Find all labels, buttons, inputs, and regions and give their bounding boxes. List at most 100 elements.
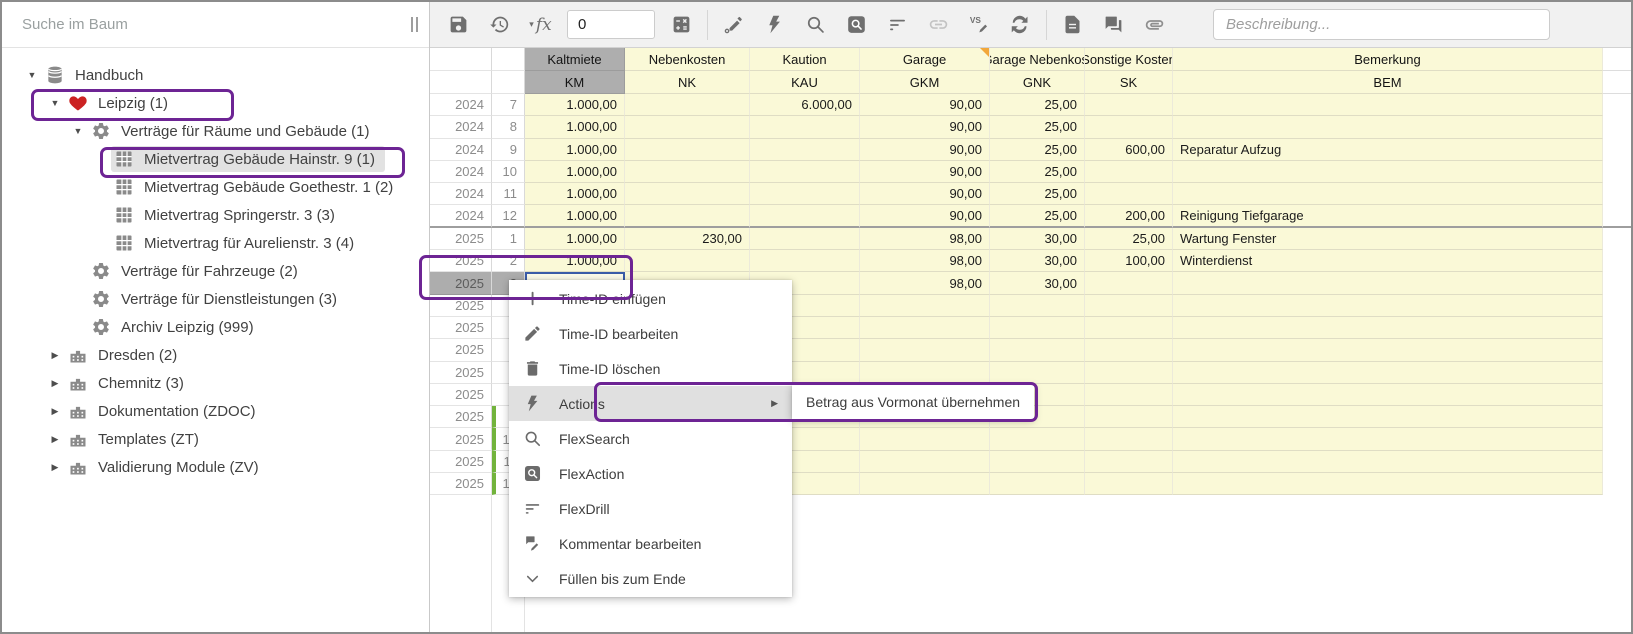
menu-item-time-id-einf-gen[interactable]: Time-ID einfügen: [509, 281, 792, 316]
cell-sk[interactable]: 25,00: [1085, 228, 1173, 250]
expander-closed-icon[interactable]: ▶: [45, 378, 65, 389]
refresh-button[interactable]: [1000, 5, 1041, 45]
cell-bem[interactable]: [1173, 362, 1603, 384]
cell-gnk[interactable]: 25,00: [990, 161, 1085, 183]
expander-closed-icon[interactable]: ▶: [45, 406, 65, 417]
cell-gnk[interactable]: [990, 317, 1085, 339]
cell-km[interactable]: 1.000,00: [525, 94, 625, 116]
cell-kau[interactable]: 6.000,00: [750, 94, 860, 116]
tree-item-vertr-ge-f-r-fahrzeuge-2[interactable]: Verträge für Fahrzeuge (2): [2, 257, 429, 285]
column-header-bem[interactable]: Bemerkung: [1173, 48, 1603, 71]
cell-gkm[interactable]: 90,00: [860, 183, 990, 205]
cell-gnk[interactable]: [990, 339, 1085, 361]
cell-bem[interactable]: [1173, 451, 1603, 473]
column-header-kau[interactable]: KAU: [750, 71, 860, 94]
cell-bem[interactable]: [1173, 272, 1603, 294]
cell-gkm[interactable]: [860, 362, 990, 384]
row-header-month[interactable]: 1: [492, 228, 525, 250]
cell-sk[interactable]: [1085, 161, 1173, 183]
tree-item-body[interactable]: Dokumentation (ZDOC): [65, 398, 266, 424]
attachment-button[interactable]: [1134, 5, 1175, 45]
cell-gkm[interactable]: 98,00: [860, 272, 990, 294]
menu-item-f-llen-bis-zum-ende[interactable]: Füllen bis zum Ende: [509, 561, 792, 596]
description-input[interactable]: [1213, 9, 1550, 40]
cell-nk[interactable]: 230,00: [625, 228, 750, 250]
column-header-gkm[interactable]: Garage: [860, 48, 990, 71]
cell-bem[interactable]: [1173, 183, 1603, 205]
tree-item-chemnitz-3[interactable]: ▶Chemnitz (3): [2, 369, 429, 397]
column-header-sk[interactable]: SK: [1085, 71, 1173, 94]
menu-item-kommentar-bearbeiten[interactable]: Kommentar bearbeiten: [509, 526, 792, 561]
tree-item-body[interactable]: Mietvertrag Springerstr. 3 (3): [111, 202, 345, 228]
column-header-kau[interactable]: Kaution: [750, 48, 860, 71]
context-submenu-item[interactable]: Betrag aus Vormonat übernehmen: [792, 385, 1034, 419]
row-header-year[interactable]: 2024: [430, 94, 492, 116]
tree-item-vertr-ge-f-r-r-ume-und-geb-ude-1[interactable]: ▼Verträge für Räume und Gebäude (1): [2, 117, 429, 145]
expander-open-icon[interactable]: ▼: [68, 126, 88, 136]
tree-item-leipzig-1[interactable]: ▼Leipzig (1): [2, 89, 429, 117]
cell-gkm[interactable]: 90,00: [860, 139, 990, 161]
cell-sk[interactable]: 200,00: [1085, 205, 1173, 227]
cell-kau[interactable]: [750, 228, 860, 250]
cell-bem[interactable]: [1173, 94, 1603, 116]
flex-drill-button[interactable]: [877, 5, 918, 45]
tree-item-dresden-2[interactable]: ▶Dresden (2): [2, 341, 429, 369]
cell-kau[interactable]: [750, 250, 860, 272]
tree-item-dokumentation-zdoc[interactable]: ▶Dokumentation (ZDOC): [2, 397, 429, 425]
row-header-year[interactable]: 2025: [430, 406, 492, 428]
comment-button[interactable]: [1093, 5, 1134, 45]
cell-gkm[interactable]: 90,00: [860, 94, 990, 116]
cell-gkm[interactable]: 98,00: [860, 228, 990, 250]
cell-bem[interactable]: Reinigung Tiefgarage: [1173, 205, 1603, 227]
row-header-year[interactable]: 2024: [430, 183, 492, 205]
cell-sk[interactable]: [1085, 406, 1173, 428]
tree-item-body[interactable]: Chemnitz (3): [65, 370, 194, 396]
cell-sk[interactable]: [1085, 317, 1173, 339]
tree-item-body[interactable]: Leipzig (1): [65, 90, 178, 116]
cell-kau[interactable]: [750, 139, 860, 161]
cell-kau[interactable]: [750, 161, 860, 183]
link-button[interactable]: [918, 5, 959, 45]
cell-gkm[interactable]: [860, 451, 990, 473]
row-header-year[interactable]: 2025: [430, 272, 492, 294]
cell-gnk[interactable]: 25,00: [990, 116, 1085, 138]
cell-gnk[interactable]: [990, 451, 1085, 473]
cell-nk[interactable]: [625, 161, 750, 183]
cell-km[interactable]: 1.000,00: [525, 139, 625, 161]
tree-item-body[interactable]: Verträge für Räume und Gebäude (1): [88, 118, 379, 144]
flex-action-button[interactable]: [836, 5, 877, 45]
versions-button[interactable]: VS: [959, 5, 1000, 45]
row-header-year[interactable]: 2025: [430, 250, 492, 272]
expander-closed-icon[interactable]: ▶: [45, 434, 65, 445]
row-header-year[interactable]: 2025: [430, 339, 492, 361]
cell-sk[interactable]: [1085, 116, 1173, 138]
cell-gnk[interactable]: [990, 295, 1085, 317]
tree-item-mietvertrag-f-r-aurelienstr-3-4[interactable]: Mietvertrag für Aurelienstr. 3 (4): [2, 229, 429, 257]
calculator-button[interactable]: [661, 5, 702, 45]
cell-bem[interactable]: [1173, 384, 1603, 406]
tree-item-body[interactable]: Handbuch: [42, 62, 153, 88]
row-header-year[interactable]: 2025: [430, 228, 492, 250]
row-header-year[interactable]: 2024: [430, 116, 492, 138]
cell-gnk[interactable]: 25,00: [990, 94, 1085, 116]
cell-sk[interactable]: [1085, 94, 1173, 116]
row-header-month[interactable]: 2: [492, 250, 525, 272]
tree-item-mietvertrag-geb-ude-goethestr-1-2[interactable]: Mietvertrag Gebäude Goethestr. 1 (2): [2, 173, 429, 201]
cell-bem[interactable]: Winterdienst: [1173, 250, 1603, 272]
row-header-month[interactable]: 11: [492, 183, 525, 205]
menu-item-flexdrill[interactable]: FlexDrill: [509, 491, 792, 526]
cell-gkm[interactable]: [860, 428, 990, 450]
tree-search-input[interactable]: [2, 15, 400, 34]
cell-gnk[interactable]: 25,00: [990, 205, 1085, 227]
cell-gkm[interactable]: [860, 317, 990, 339]
cell-sk[interactable]: [1085, 451, 1173, 473]
tree-item-body[interactable]: Dresden (2): [65, 342, 187, 368]
cell-km[interactable]: 1.000,00: [525, 250, 625, 272]
cell-nk[interactable]: [625, 116, 750, 138]
cell-km[interactable]: 1.000,00: [525, 116, 625, 138]
cell-nk[interactable]: [625, 94, 750, 116]
cell-gnk[interactable]: 30,00: [990, 228, 1085, 250]
row-header-year[interactable]: 2024: [430, 139, 492, 161]
cell-sk[interactable]: 100,00: [1085, 250, 1173, 272]
cell-gnk[interactable]: 30,00: [990, 272, 1085, 294]
